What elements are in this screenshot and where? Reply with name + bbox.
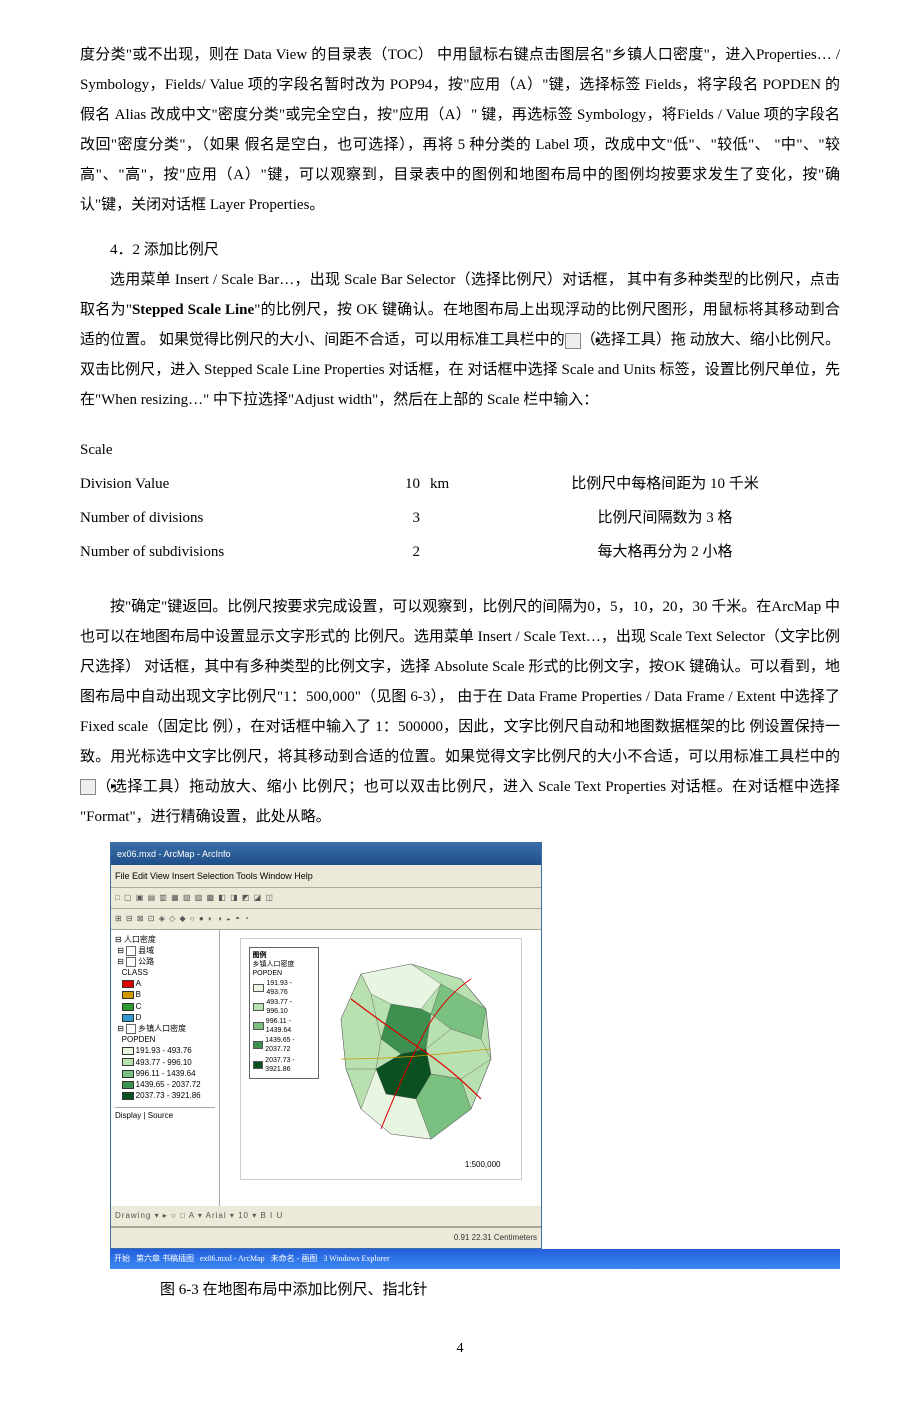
layout-page: 图例 乡镇人口密度 POPDEN 191.93 - 493.76 493.77 … xyxy=(240,938,522,1180)
windows-taskbar: 开始 第六章 书稿插图 ex06.mxd - ArcMap 未命名 - 画图 3… xyxy=(110,1249,840,1269)
start-button: 开始 xyxy=(114,1251,130,1267)
row2-unit xyxy=(420,501,490,535)
paragraph-2: 选用菜单 Insert / Scale Bar…，出现 Scale Bar Se… xyxy=(80,265,840,415)
table-row: Number of subdivisions 2 每大格再分为 2 小格 xyxy=(80,535,840,569)
table-row: Division Value 10 km 比例尺中每格间距为 10 千米 xyxy=(80,467,840,501)
toc-layer-road: 公路 xyxy=(138,957,154,966)
arcmap-window: ex06.mxd - ArcMap - ArcInfo File Edit Vi… xyxy=(110,842,542,1249)
row1-label: Division Value xyxy=(80,467,340,501)
legend-b1: 191.93 - 493.76 xyxy=(266,979,314,997)
figure-6-3: ex06.mxd - ArcMap - ArcInfo File Edit Vi… xyxy=(110,842,840,1305)
figure-caption: 图 6-3 在地图布局中添加比例尺、指北针 xyxy=(160,1275,840,1305)
legend-b2: 493.77 - 996.10 xyxy=(266,998,314,1016)
legend-sub: 乡镇人口密度 xyxy=(253,960,315,969)
toc-root: 人口密度 xyxy=(124,935,156,944)
para3-b: （选择工具）拖动放大、缩小 比例尺；也可以双击比例尺，进入 Scale Text… xyxy=(80,779,840,825)
toc-popden-field: POPDEN xyxy=(122,1035,156,1044)
arcmap-drawing-toolbar: Drawing ▾ ▸ ○ □ A ▾ Arial ▾ 10 ▾ B I U xyxy=(111,1206,541,1227)
taskbar-item: 未命名 - 画图 xyxy=(271,1251,318,1267)
arcmap-toc: ⊟ 人口密度 ⊟ 县域 ⊟ 公路 CLASS A B C D ⊟ 乡镇人口密度 … xyxy=(111,930,220,1206)
toc-layer-density: 乡镇人口密度 xyxy=(138,1024,186,1033)
table-row: Number of divisions 3 比例尺间隔数为 3 格 xyxy=(80,501,840,535)
toc-class-field: CLASS xyxy=(122,968,148,977)
scale-header: Scale xyxy=(80,433,840,467)
scale-settings-table: Scale Division Value 10 km 比例尺中每格间距为 10 … xyxy=(80,433,840,569)
page-number: 4 xyxy=(80,1335,840,1363)
toc-class-c: C xyxy=(136,1002,142,1011)
para3-a: 按"确定"键返回。比例尺按要求完成设置，可以观察到，比例尺的间隔为0，5，10，… xyxy=(80,599,840,765)
select-tool-icon: ▸ xyxy=(80,779,96,795)
section-4-2-title: 4．2 添加比例尺 xyxy=(80,235,840,265)
toc-layer-county: 县域 xyxy=(138,946,154,955)
toc-break-5: 2037.73 - 3921.86 xyxy=(136,1091,201,1100)
row1-unit: km xyxy=(420,467,490,501)
arcmap-toolbar-1: □ ▢ ▣ ▤ ▥ ▦ ▧ ▨ ▩ ◧ ◨ ◩ ◪ ◫ xyxy=(111,888,541,909)
arcmap-statusbar: 0.91 22.31 Centimeters xyxy=(111,1227,541,1248)
legend-b5: 2037.73 - 3921.86 xyxy=(265,1056,314,1074)
map-graphic xyxy=(331,959,501,1149)
arcmap-layout-view: 图例 乡镇人口密度 POPDEN 191.93 - 493.76 493.77 … xyxy=(220,930,541,1206)
legend-b3: 996.11 - 1439.64 xyxy=(266,1017,315,1035)
para2-bold: Stepped Scale Line xyxy=(132,302,254,318)
toc-tab-display: Display xyxy=(115,1111,141,1120)
taskbar-item: ex06.mxd - ArcMap xyxy=(200,1251,265,1267)
toc-class-a: A xyxy=(136,979,141,988)
arcmap-toolbar-2: ⊞ ⊟ ⊠ ⊡ ◈ ◇ ◆ ○ ● ◐ ◑ ◒ ◓ ◔ xyxy=(111,909,541,930)
taskbar-item: 3 Windows Explorer xyxy=(323,1251,389,1267)
arcmap-menubar: File Edit View Insert Selection Tools Wi… xyxy=(111,865,541,888)
toc-break-4: 1439.65 - 2037.72 xyxy=(136,1080,201,1089)
legend-field: POPDEN xyxy=(253,969,315,978)
toc-break-3: 996.11 - 1439.64 xyxy=(136,1069,196,1078)
row3-desc: 每大格再分为 2 小格 xyxy=(490,535,840,569)
row2-desc: 比例尺间隔数为 3 格 xyxy=(490,501,840,535)
map-scale-text: 1:500,000 xyxy=(465,1157,501,1173)
row3-unit xyxy=(420,535,490,569)
toc-class-b: B xyxy=(136,990,141,999)
toc-class-d: D xyxy=(136,1013,142,1022)
legend-b4: 1439.65 - 2037.72 xyxy=(265,1036,314,1054)
arcmap-titlebar: ex06.mxd - ArcMap - ArcInfo xyxy=(111,843,541,865)
paragraph-1: 度分类"或不出现，则在 Data View 的目录表（TOC） 中用鼠标右键点击… xyxy=(80,40,840,220)
map-legend: 图例 乡镇人口密度 POPDEN 191.93 - 493.76 493.77 … xyxy=(249,947,319,1079)
legend-title: 图例 xyxy=(253,951,315,960)
paragraph-3: 按"确定"键返回。比例尺按要求完成设置，可以观察到，比例尺的间隔为0，5，10，… xyxy=(80,592,840,832)
row1-value: 10 xyxy=(340,467,420,501)
taskbar-item: 第六章 书稿插图 xyxy=(136,1251,194,1267)
row2-label: Number of divisions xyxy=(80,501,340,535)
row1-desc: 比例尺中每格间距为 10 千米 xyxy=(490,467,840,501)
select-tool-icon: ▸ xyxy=(565,333,581,349)
toc-break-2: 493.77 - 996.10 xyxy=(136,1058,192,1067)
toc-tab-source: Source xyxy=(148,1111,173,1120)
row2-value: 3 xyxy=(340,501,420,535)
row3-label: Number of subdivisions xyxy=(80,535,340,569)
toc-break-1: 191.93 - 493.76 xyxy=(136,1046,192,1055)
row3-value: 2 xyxy=(340,535,420,569)
